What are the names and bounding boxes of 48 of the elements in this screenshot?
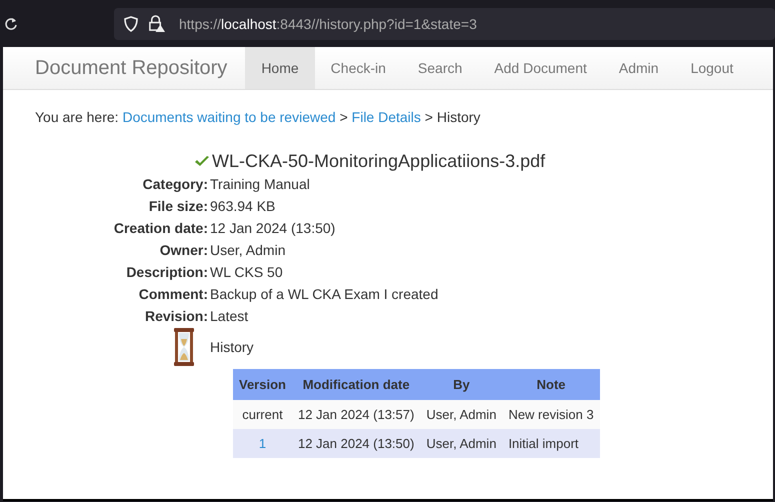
- hourglass-icon: [172, 327, 196, 367]
- table-cell: User, Admin: [420, 400, 502, 429]
- nav-link[interactable]: Check-in: [314, 47, 402, 89]
- nav-link[interactable]: Logout: [674, 47, 750, 89]
- reload-icon[interactable]: [4, 16, 18, 30]
- table-cell: current: [242, 407, 283, 422]
- breadcrumb-separator: >: [340, 109, 348, 125]
- field-label: Description:: [125, 263, 208, 282]
- site-brand[interactable]: Document Repository: [3, 47, 246, 89]
- address-bar[interactable]: https://localhost:8443//history.php?id=1&state=3: [114, 8, 775, 40]
- breadcrumb-prefix: You are here:: [35, 109, 119, 125]
- version-link[interactable]: 1: [258, 436, 266, 451]
- checkmark-icon: [194, 155, 210, 167]
- nav-link[interactable]: Admin: [602, 47, 675, 89]
- field-label: Category:: [142, 175, 208, 194]
- table-cell: Initial import: [502, 429, 600, 458]
- field-label: Creation date:: [112, 219, 208, 238]
- section-title: History: [210, 338, 255, 357]
- breadcrumb-link[interactable]: Documents waiting to be reviewed: [122, 109, 336, 125]
- breadcrumb-link[interactable]: File Details: [352, 109, 421, 125]
- lock-warning-icon: [148, 15, 165, 32]
- nav-link[interactable]: Add Document: [478, 47, 603, 89]
- column-header: By: [420, 369, 502, 400]
- shield-icon: [124, 16, 138, 32]
- field-label: Comment:: [138, 285, 208, 304]
- nav-link[interactable]: Home: [245, 47, 315, 89]
- column-header: Version: [233, 369, 292, 400]
- field-value: Latest: [210, 307, 250, 326]
- field-value: Backup of a WL CKA Exam I created: [210, 285, 440, 304]
- field-value: Training Manual: [210, 175, 311, 194]
- field-label: Owner:: [158, 241, 208, 260]
- field-value: 12 Jan 2024 (13:50): [210, 219, 336, 238]
- field-value: User, Admin: [210, 241, 286, 260]
- column-header: Note: [502, 369, 600, 400]
- field-value: WL CKS 50: [210, 263, 284, 282]
- table-cell: 12 Jan 2024 (13:50): [292, 429, 420, 458]
- column-header: Modification date: [292, 369, 420, 400]
- table-cell: User, Admin: [420, 429, 502, 458]
- table-cell: 12 Jan 2024 (13:57): [292, 400, 420, 429]
- url-text: https://localhost:8443//history.php?id=1&state=3: [179, 16, 477, 32]
- table-cell: New revision 3: [502, 400, 600, 429]
- field-label: Revision:: [144, 307, 208, 326]
- file-name: WL-CKA-50-MonitoringApplicatiions-3.pdf: [212, 150, 546, 173]
- field-label: File size:: [148, 197, 208, 216]
- nav-link[interactable]: Search: [402, 47, 478, 89]
- breadcrumb-separator: >: [424, 109, 433, 125]
- field-value: 963.94 KB: [210, 197, 276, 216]
- breadcrumb-current: History: [436, 109, 480, 125]
